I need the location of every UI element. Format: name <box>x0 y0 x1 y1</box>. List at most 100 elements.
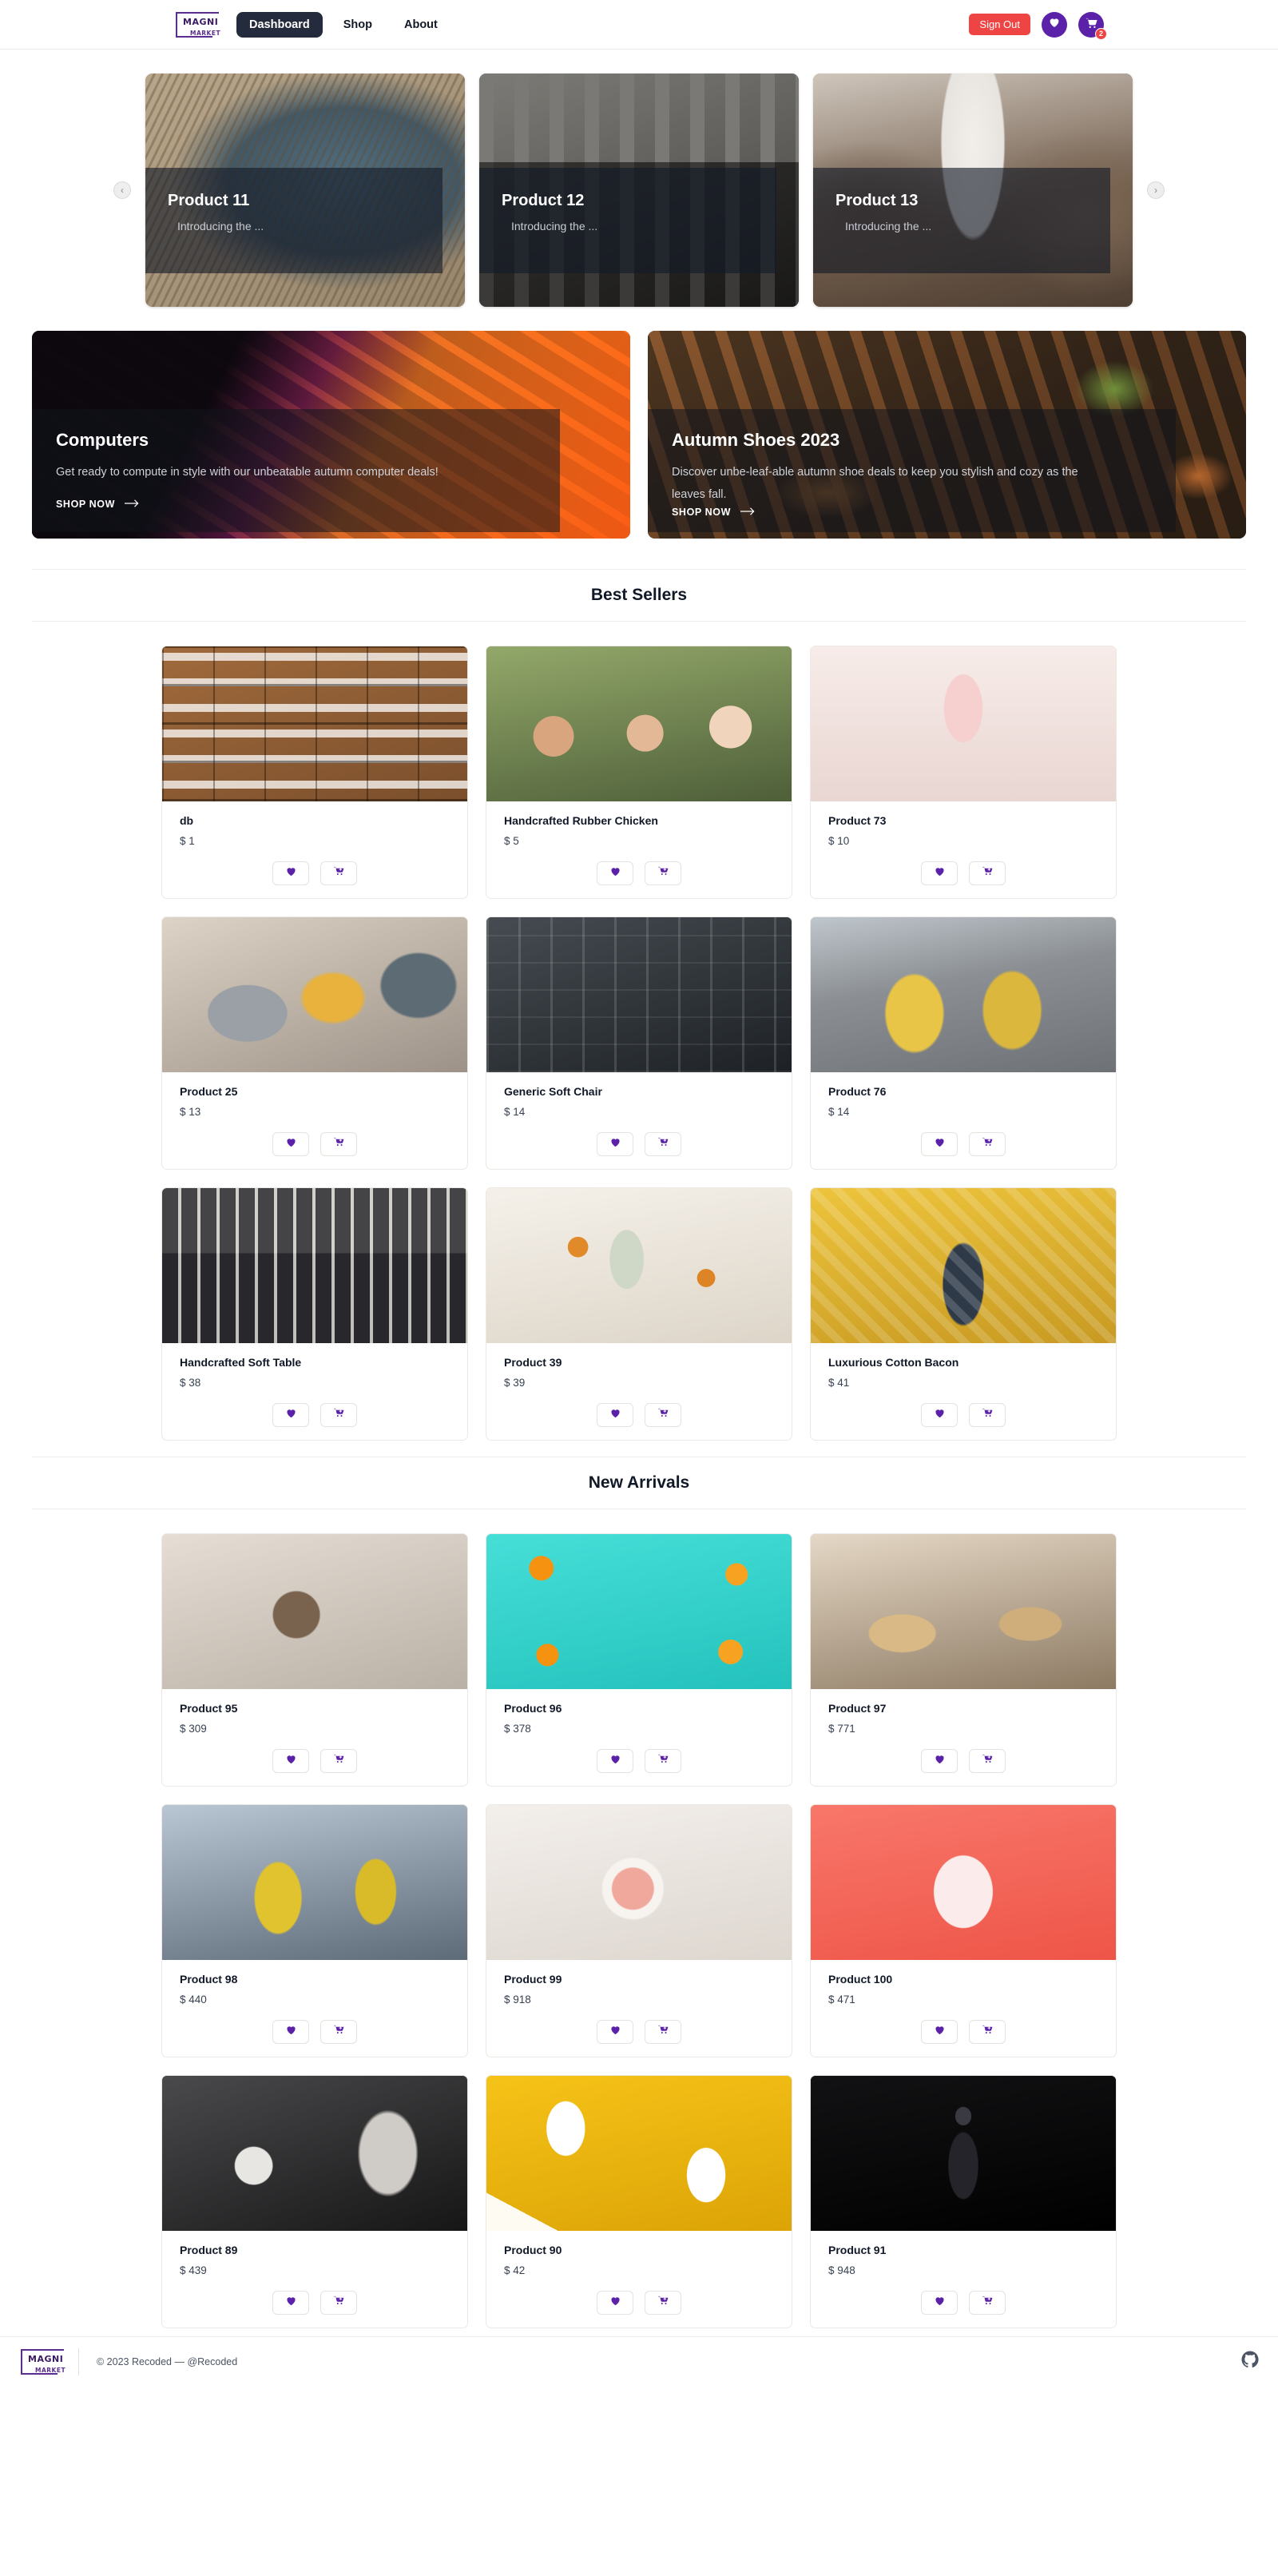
brand-logo[interactable]: MAGNI MARKET <box>174 10 220 39</box>
promo-shop-now-link[interactable]: SHOP NOW <box>56 499 536 510</box>
product-card[interactable]: Product 76 $ 14 <box>810 916 1117 1170</box>
add-to-wishlist-button[interactable] <box>597 1749 633 1773</box>
product-info: Product 100 $ 471 <box>811 1960 1116 2006</box>
add-to-cart-button[interactable] <box>969 1403 1006 1427</box>
add-to-wishlist-button[interactable] <box>921 1403 958 1427</box>
logo-text-primary: MAGNI <box>28 2353 64 2364</box>
github-link[interactable] <box>1241 2351 1259 2372</box>
add-to-cart-button[interactable] <box>969 2291 1006 2315</box>
product-card[interactable]: Handcrafted Soft Table $ 38 <box>161 1187 468 1441</box>
add-to-cart-button[interactable] <box>969 2020 1006 2044</box>
product-card[interactable]: Product 95 $ 309 <box>161 1533 468 1787</box>
add-to-cart-button[interactable] <box>969 1749 1006 1773</box>
product-card[interactable]: Product 91 $ 948 <box>810 2075 1117 2328</box>
add-to-cart-button[interactable] <box>320 2020 357 2044</box>
product-image <box>162 1188 467 1343</box>
nav-item-dashboard[interactable]: Dashboard <box>236 11 323 38</box>
add-to-cart-button[interactable] <box>645 1132 681 1156</box>
add-to-cart-button[interactable] <box>645 861 681 885</box>
product-price: $ 38 <box>180 1377 201 1389</box>
product-info: Product 97 $ 771 <box>811 1689 1116 1735</box>
add-to-wishlist-button[interactable] <box>272 1132 309 1156</box>
add-to-wishlist-button[interactable] <box>597 861 633 885</box>
product-card[interactable]: Generic Soft Chair $ 14 <box>486 916 792 1170</box>
product-card[interactable]: Product 100 $ 471 <box>810 1804 1117 2057</box>
product-info: Product 90 $ 42 <box>486 2231 792 2276</box>
product-card[interactable]: Luxurious Cotton Bacon $ 41 <box>810 1187 1117 1441</box>
slide-subtitle: Introducing the ... <box>177 220 264 233</box>
product-info: Product 96 $ 378 <box>486 1689 792 1735</box>
promo-shop-now-link[interactable]: SHOP NOW <box>672 507 1152 518</box>
product-image <box>811 1534 1116 1689</box>
product-card[interactable]: Product 96 $ 378 <box>486 1533 792 1787</box>
add-to-cart-button[interactable] <box>645 1749 681 1773</box>
add-to-cart-button[interactable] <box>645 2020 681 2044</box>
nav-item-about[interactable]: About <box>393 12 449 38</box>
slide-title: Product 11 <box>168 192 250 209</box>
add-to-wishlist-button[interactable] <box>921 1749 958 1773</box>
product-card[interactable]: Product 90 $ 42 <box>486 2075 792 2328</box>
carousel-slide[interactable]: Product 13 Introducing the ... <box>813 74 1133 307</box>
add-to-cart-button[interactable] <box>320 2291 357 2315</box>
product-card[interactable]: db $ 1 <box>161 646 468 899</box>
promo-card-computers[interactable]: Computers Get ready to compute in style … <box>32 331 630 539</box>
product-card[interactable]: Product 39 $ 39 <box>486 1187 792 1441</box>
add-to-cart-button[interactable] <box>969 1132 1006 1156</box>
add-to-cart-button[interactable] <box>320 1132 357 1156</box>
add-to-wishlist-button[interactable] <box>921 861 958 885</box>
add-to-wishlist-button[interactable] <box>597 2020 633 2044</box>
product-actions <box>811 1735 1116 1786</box>
add-to-cart-button[interactable] <box>969 861 1006 885</box>
product-actions <box>486 847 792 898</box>
cart-plus-icon <box>982 1407 994 1423</box>
sign-out-button[interactable]: Sign Out <box>969 14 1030 35</box>
product-card[interactable]: Product 89 $ 439 <box>161 2075 468 2328</box>
carousel-slide[interactable]: Product 11 Introducing the ... <box>145 74 465 307</box>
add-to-cart-button[interactable] <box>320 1749 357 1773</box>
product-image <box>811 917 1116 1072</box>
cart-button[interactable]: 2 <box>1078 11 1107 40</box>
add-to-wishlist-button[interactable] <box>272 1749 309 1773</box>
add-to-wishlist-button[interactable] <box>921 2020 958 2044</box>
cart-plus-icon <box>657 865 669 881</box>
carousel-prev-button[interactable]: ‹ <box>113 181 131 199</box>
footer-brand-logo[interactable]: MAGNI MARKET <box>19 2347 65 2376</box>
product-grid-best-sellers: db $ 1 Handcrafted Rubber Chicken $ 5 Produc… <box>0 622 1278 1449</box>
cart-plus-icon <box>982 2295 994 2311</box>
product-actions <box>162 1118 467 1169</box>
product-image <box>162 646 467 801</box>
product-actions <box>162 1735 467 1786</box>
product-actions <box>811 1118 1116 1169</box>
nav-item-shop[interactable]: Shop <box>332 12 383 38</box>
promo-card-autumn-shoes[interactable]: Autumn Shoes 2023 Discover unbe-leaf-abl… <box>648 331 1246 539</box>
add-to-wishlist-button[interactable] <box>597 2291 633 2315</box>
add-to-wishlist-button[interactable] <box>921 1132 958 1156</box>
product-card[interactable]: Product 97 $ 771 <box>810 1533 1117 1787</box>
product-card[interactable]: Product 73 $ 10 <box>810 646 1117 899</box>
product-card[interactable]: Product 25 $ 13 <box>161 916 468 1170</box>
carousel-next-button[interactable]: › <box>1147 181 1165 199</box>
wishlist-button[interactable] <box>1042 11 1067 38</box>
add-to-wishlist-button[interactable] <box>597 1132 633 1156</box>
heart-icon <box>285 865 297 881</box>
product-card[interactable]: Handcrafted Rubber Chicken $ 5 <box>486 646 792 899</box>
product-name: db <box>180 814 194 827</box>
add-to-wishlist-button[interactable] <box>597 1403 633 1427</box>
add-to-wishlist-button[interactable] <box>272 2020 309 2044</box>
product-price: $ 41 <box>828 1377 850 1389</box>
add-to-wishlist-button[interactable] <box>272 861 309 885</box>
site-footer: MAGNI MARKET © 2023 Recoded — @Recoded <box>0 2336 1278 2386</box>
product-card[interactable]: Product 99 $ 918 <box>486 1804 792 2057</box>
product-actions <box>162 847 467 898</box>
add-to-cart-button[interactable] <box>645 1403 681 1427</box>
carousel-slide[interactable]: Product 12 Introducing the ... <box>479 74 799 307</box>
add-to-cart-button[interactable] <box>645 2291 681 2315</box>
add-to-cart-button[interactable] <box>320 861 357 885</box>
product-price: $ 14 <box>504 1106 526 1118</box>
add-to-cart-button[interactable] <box>320 1403 357 1427</box>
product-card[interactable]: Product 98 $ 440 <box>161 1804 468 2057</box>
product-info: Product 39 $ 39 <box>486 1343 792 1389</box>
add-to-wishlist-button[interactable] <box>272 1403 309 1427</box>
add-to-wishlist-button[interactable] <box>921 2291 958 2315</box>
add-to-wishlist-button[interactable] <box>272 2291 309 2315</box>
